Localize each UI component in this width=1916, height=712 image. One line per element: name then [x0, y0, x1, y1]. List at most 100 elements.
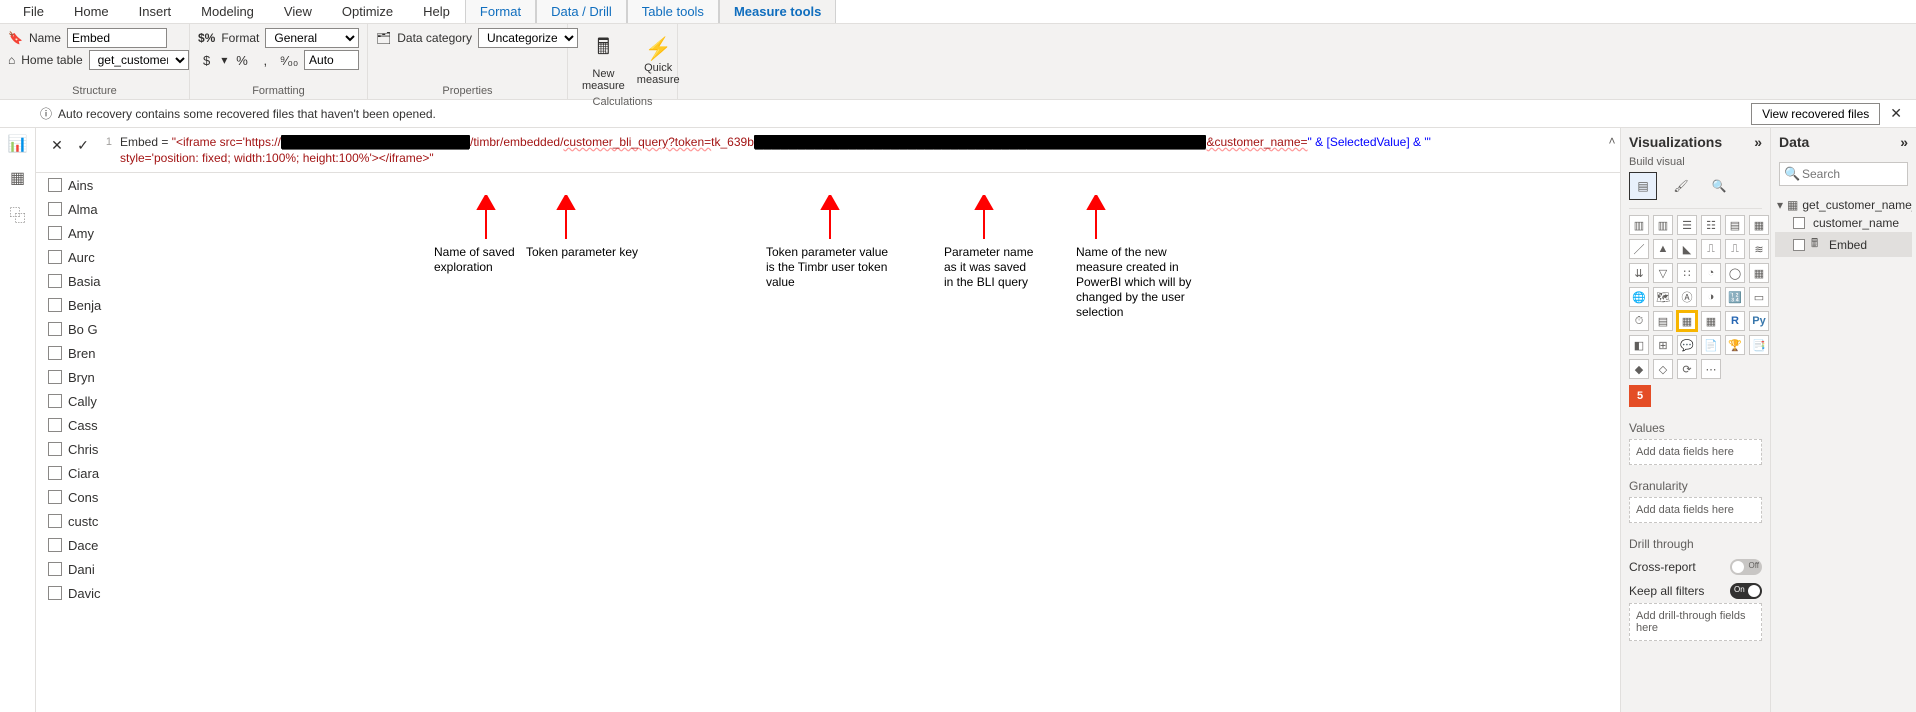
checkbox-icon[interactable]	[48, 274, 62, 288]
checkbox-icon[interactable]	[48, 538, 62, 552]
slicer-item[interactable]: Ains	[48, 173, 128, 197]
checkbox-icon[interactable]	[48, 586, 62, 600]
tab-data-drill[interactable]: Data / Drill	[536, 0, 627, 23]
viz-clustered-col[interactable]: ☷	[1701, 215, 1721, 235]
viz-goals[interactable]: 🏆	[1725, 335, 1745, 355]
checkbox-icon[interactable]	[48, 226, 62, 240]
analytics-mode[interactable]: 🔍	[1705, 172, 1733, 200]
viz-matrix[interactable]: ▦	[1701, 311, 1721, 331]
slicer-item[interactable]: Basia	[48, 269, 128, 293]
tab-file[interactable]: File	[8, 0, 59, 23]
viz-line[interactable]: ／	[1629, 239, 1649, 259]
tab-help[interactable]: Help	[408, 0, 465, 23]
viz-line-col[interactable]: ⎍	[1701, 239, 1721, 259]
slicer-item[interactable]: Bren	[48, 341, 128, 365]
tree-table[interactable]: ▾ ▦ get_customer_name_qu…	[1775, 196, 1912, 214]
viz-paginated[interactable]: 📑	[1749, 335, 1769, 355]
tab-home[interactable]: Home	[59, 0, 124, 23]
viz-key-inf[interactable]: ◧	[1629, 335, 1649, 355]
tree-field-embed[interactable]: 🖩 Embed	[1775, 232, 1912, 257]
tab-modeling[interactable]: Modeling	[186, 0, 269, 23]
slicer-item[interactable]: Alma	[48, 197, 128, 221]
viz-pie[interactable]: ◔	[1701, 263, 1721, 283]
tab-measure-tools[interactable]: Measure tools	[719, 0, 836, 23]
hometable-select[interactable]: get_customer_nam…	[89, 50, 189, 70]
viz-kpi[interactable]: ⏱	[1629, 311, 1649, 331]
viz-more[interactable]: ⋯	[1701, 359, 1721, 379]
viz-ribbon[interactable]: ≋	[1749, 239, 1769, 259]
viz-py[interactable]: Py	[1749, 311, 1769, 331]
viz-map[interactable]: 🌐	[1629, 287, 1649, 307]
viz-100bar[interactable]: ▤	[1725, 215, 1745, 235]
viz-qa[interactable]: 💬	[1677, 335, 1697, 355]
checkbox-icon[interactable]	[48, 250, 62, 264]
checkbox-icon[interactable]	[48, 514, 62, 528]
values-dropwell[interactable]: Add data fields here	[1629, 439, 1762, 465]
formula-cancel-button[interactable]: ✕	[46, 134, 68, 156]
checkbox-icon[interactable]	[48, 202, 62, 216]
slicer-item[interactable]: Bryn	[48, 365, 128, 389]
formula-collapse-button[interactable]: ˄	[1604, 128, 1620, 148]
checkbox-icon[interactable]	[48, 346, 62, 360]
new-measure-button[interactable]: 🖩 New measure	[576, 28, 631, 94]
checkbox-icon[interactable]	[1793, 217, 1805, 229]
viz-multi-card[interactable]: ▭	[1749, 287, 1769, 307]
cross-report-toggle[interactable]: Off	[1730, 559, 1762, 575]
checkbox-icon[interactable]	[48, 466, 62, 480]
viz-table[interactable]: ▦	[1677, 311, 1697, 331]
keep-filters-toggle[interactable]: On	[1730, 583, 1762, 599]
viz-r[interactable]: R	[1725, 311, 1745, 331]
viz-gauge[interactable]: ◑	[1701, 287, 1721, 307]
slicer-item[interactable]: Aurc	[48, 245, 128, 269]
quick-measure-button[interactable]: ⚡ Quick measure	[631, 28, 686, 94]
report-view-icon[interactable]: 📊	[8, 134, 28, 154]
tab-format[interactable]: Format	[465, 0, 536, 23]
viz-scatter[interactable]: ∷	[1677, 263, 1697, 283]
viz-card[interactable]: 🔢	[1725, 287, 1745, 307]
viz-stacked-bar[interactable]: ▥	[1629, 215, 1649, 235]
data-view-icon[interactable]: ▦	[10, 168, 25, 188]
slicer-item[interactable]: Cons	[48, 485, 128, 509]
viz-narrative[interactable]: 📄	[1701, 335, 1721, 355]
viz-azure-map[interactable]: Ⓐ	[1677, 287, 1697, 307]
tab-insert[interactable]: Insert	[124, 0, 187, 23]
checkbox-icon[interactable]	[48, 178, 62, 192]
format-visual-mode[interactable]: 🖌	[1667, 172, 1695, 200]
slicer-item[interactable]: Amy	[48, 221, 128, 245]
viz-slicer[interactable]: ▤	[1653, 311, 1673, 331]
slicer-item[interactable]: Bo G	[48, 317, 128, 341]
viz-html5[interactable]: 5	[1629, 385, 1651, 407]
viz-filled-map[interactable]: 🗺	[1653, 287, 1673, 307]
slicer-item[interactable]: Cally	[48, 389, 128, 413]
slicer[interactable]: AinsAlmaAmyAurcBasiaBenjaBo GBrenBrynCal…	[48, 173, 128, 605]
format-select[interactable]: General	[265, 28, 359, 48]
checkbox-icon[interactable]	[48, 442, 62, 456]
recovery-close-button[interactable]: ✕	[1884, 105, 1908, 122]
slicer-item[interactable]: Chris	[48, 437, 128, 461]
checkbox-icon[interactable]	[48, 490, 62, 504]
viz-clustered-bar[interactable]: ☰	[1677, 215, 1697, 235]
tree-field-customer-name[interactable]: customer_name	[1775, 214, 1912, 232]
viz-100col[interactable]: ▦	[1749, 215, 1769, 235]
checkbox-icon[interactable]	[1793, 239, 1805, 251]
slicer-item[interactable]: Cass	[48, 413, 128, 437]
viz-treemap[interactable]: ▦	[1749, 263, 1769, 283]
viz-arcgis[interactable]: ◆	[1629, 359, 1649, 379]
viz-funnel[interactable]: ▽	[1653, 263, 1673, 283]
tab-table-tools[interactable]: Table tools	[627, 0, 719, 23]
viz-area[interactable]: ▲	[1653, 239, 1673, 259]
view-recovered-button[interactable]: View recovered files	[1751, 103, 1880, 125]
viz-waterfall[interactable]: ⇊	[1629, 263, 1649, 283]
viz-powerapps[interactable]: ◇	[1653, 359, 1673, 379]
viz-stacked-area[interactable]: ◣	[1677, 239, 1697, 259]
thousands-button[interactable]: ⁹⁄₀₀	[280, 51, 298, 69]
model-view-icon[interactable]: ⿻	[9, 202, 25, 226]
name-input[interactable]	[67, 28, 167, 48]
tab-optimize[interactable]: Optimize	[327, 0, 408, 23]
slicer-item[interactable]: Dace	[48, 533, 128, 557]
checkbox-icon[interactable]	[48, 418, 62, 432]
gran-dropwell[interactable]: Add data fields here	[1629, 497, 1762, 523]
checkbox-icon[interactable]	[48, 322, 62, 336]
viz-decomp[interactable]: ⊞	[1653, 335, 1673, 355]
slicer-item[interactable]: Dani	[48, 557, 128, 581]
